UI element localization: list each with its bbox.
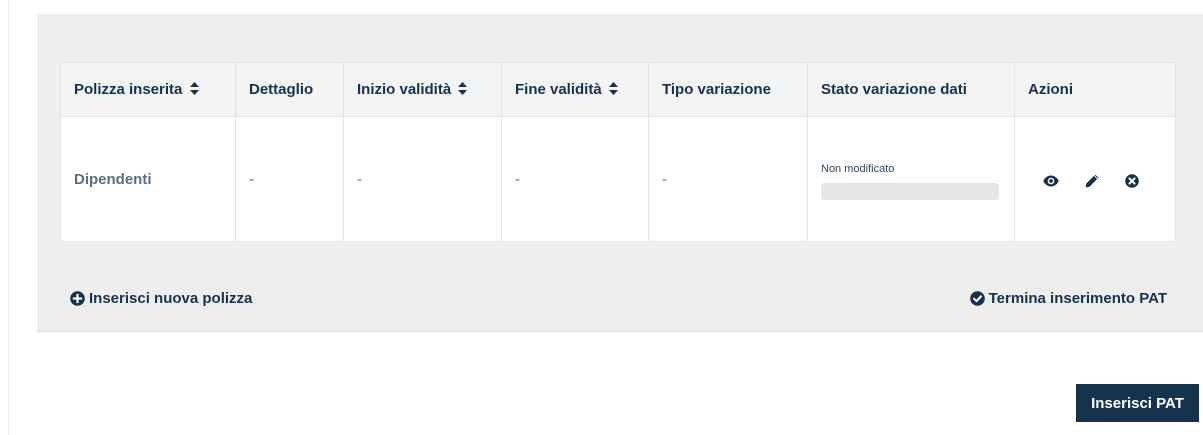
delete-button[interactable] xyxy=(1125,174,1139,188)
cell-stato-variazione: Non modificato xyxy=(807,116,1015,242)
status-text: Non modificato xyxy=(821,163,895,175)
cell-azioni xyxy=(1014,116,1176,242)
table-row: Dipendenti - - - - Non modificato xyxy=(60,116,1176,242)
header-stato-variazione: Stato variazione dati xyxy=(807,62,1015,117)
status-bar xyxy=(821,183,999,200)
check-circle-icon xyxy=(969,291,985,306)
end-pat-link[interactable]: Termina inserimento PAT xyxy=(969,290,1167,307)
header-azioni: Azioni xyxy=(1014,62,1176,117)
end-pat-label: Termina inserimento PAT xyxy=(988,290,1167,307)
page-left-border xyxy=(8,0,9,435)
header-dettaglio: Dettaglio xyxy=(235,62,344,117)
header-polizza-label: Polizza inserita xyxy=(74,81,183,98)
header-fine-label: Fine validità xyxy=(515,81,602,98)
header-fine-validita[interactable]: Fine validità xyxy=(501,62,649,117)
cell-inizio-validita: - xyxy=(343,116,502,242)
table-header-row: Polizza inserita Dettaglio Inizio validi… xyxy=(60,62,1176,117)
pencil-icon xyxy=(1085,174,1099,188)
cell-fine-validita: - xyxy=(501,116,649,242)
sort-icon[interactable] xyxy=(608,82,618,95)
eye-icon xyxy=(1043,175,1059,187)
header-tipo-variazione: Tipo variazione xyxy=(648,62,808,117)
header-polizza-inserita[interactable]: Polizza inserita xyxy=(60,62,236,117)
policy-table: Polizza inserita Dettaglio Inizio validi… xyxy=(60,62,1176,242)
cell-tipo-variazione: - xyxy=(648,116,808,242)
times-circle-icon xyxy=(1125,174,1139,188)
header-inizio-validita[interactable]: Inizio validità xyxy=(343,62,502,117)
add-policy-link[interactable]: Inserisci nuova polizza xyxy=(70,290,252,307)
view-button[interactable] xyxy=(1043,175,1059,187)
sort-icon[interactable] xyxy=(458,82,468,95)
cell-polizza: Dipendenti xyxy=(60,116,236,242)
plus-circle-icon xyxy=(70,291,85,306)
header-inizio-label: Inizio validità xyxy=(357,81,452,98)
row-actions xyxy=(1028,170,1162,188)
cell-dettaglio: - xyxy=(235,116,344,242)
inserisci-pat-button[interactable]: Inserisci PAT xyxy=(1076,384,1199,422)
edit-button[interactable] xyxy=(1085,174,1099,188)
sort-icon[interactable] xyxy=(189,82,199,95)
add-policy-label: Inserisci nuova polizza xyxy=(89,290,253,307)
policy-panel: Polizza inserita Dettaglio Inizio validi… xyxy=(37,14,1203,332)
